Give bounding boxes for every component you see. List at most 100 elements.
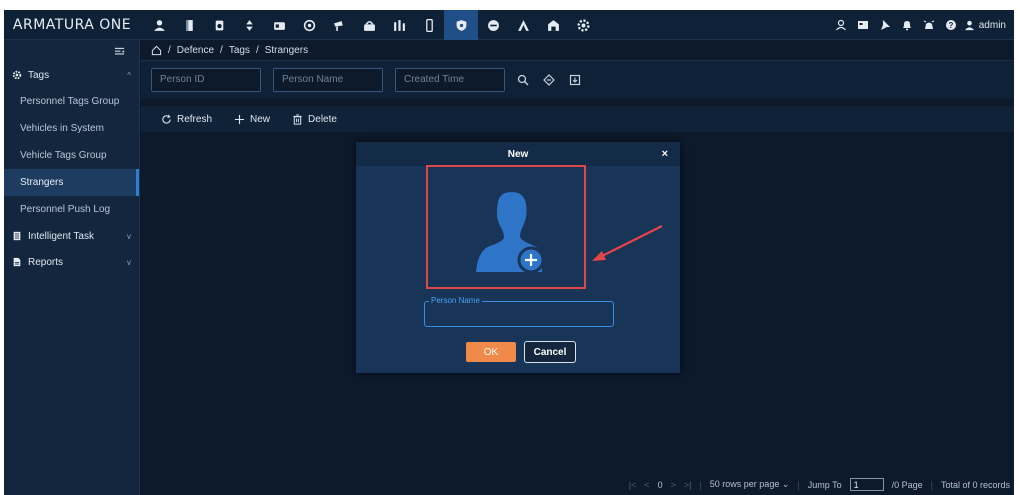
top-bar: ARMATURA ONE ? admin	[4, 10, 1014, 40]
screen-icon[interactable]	[852, 10, 874, 40]
dialog-title: New	[507, 148, 529, 160]
last-page-button[interactable]: >|	[684, 480, 692, 490]
pagination: |< < 0 > >| | 50 rows per page ⌄ | Jump …	[629, 478, 1010, 491]
intercom-icon[interactable]	[354, 10, 384, 40]
clear-filter-icon[interactable]	[543, 73, 555, 86]
trash-icon	[293, 113, 302, 125]
user-name: admin	[978, 19, 1006, 31]
settings-icon[interactable]	[568, 10, 598, 40]
document-icon	[13, 231, 21, 241]
elevator-icon[interactable]	[234, 10, 264, 40]
close-icon[interactable]: ×	[662, 148, 668, 160]
divider: |	[699, 479, 702, 490]
filter-bar: Person ID Person Name Created Time	[141, 60, 1014, 98]
alarm-icon[interactable]	[918, 10, 940, 40]
jump-to-input[interactable]: 1	[849, 478, 884, 491]
person-name-field[interactable]: Person Name	[424, 296, 614, 327]
export-icon[interactable]	[569, 74, 581, 86]
collapse-icon	[114, 47, 125, 55]
building-icon[interactable]	[384, 10, 414, 40]
filter-actions	[517, 73, 581, 86]
breadcrumb-item: Strangers	[264, 44, 309, 56]
sidebar-item-strangers[interactable]: Strangers	[4, 169, 139, 196]
ok-button[interactable]: OK	[466, 342, 516, 362]
cancel-button[interactable]: Cancel	[524, 341, 576, 363]
search-icon[interactable]	[517, 74, 529, 86]
delete-label: Delete	[308, 113, 337, 125]
sidebar-group-reports[interactable]: Reports v	[4, 249, 139, 275]
sidebar: Tags ^ Personnel Tags Group Vehicles in …	[4, 40, 140, 495]
sidebar-group-label: Reports	[28, 256, 64, 268]
breadcrumb-separator: /	[220, 44, 223, 56]
gear-icon	[12, 70, 22, 80]
breadcrumb-separator: /	[255, 44, 259, 56]
created-time-input[interactable]: Created Time	[395, 67, 505, 92]
next-page-button[interactable]: >	[671, 480, 676, 490]
user-icon	[964, 20, 974, 30]
chevron-down-icon: v	[127, 231, 131, 241]
rows-per-page-label: 50 rows per page	[709, 479, 780, 489]
vehicle-icon[interactable]	[478, 10, 508, 40]
personnel-icon[interactable]	[144, 10, 174, 40]
camera-icon[interactable]	[324, 10, 354, 40]
person-id-input[interactable]: Person ID	[151, 67, 261, 92]
sidebar-group-intelligent-task[interactable]: Intelligent Task v	[4, 223, 139, 249]
sidebar-group-label: Intelligent Task	[28, 230, 94, 242]
plus-icon	[234, 114, 245, 124]
chevron-down-icon: v	[127, 257, 131, 267]
sidebar-item-vehicle-tags-group[interactable]: Vehicle Tags Group	[4, 142, 139, 169]
page-count: /0 Page	[891, 479, 923, 490]
divider: |	[797, 479, 800, 490]
refresh-icon	[162, 114, 171, 124]
breadcrumb-item[interactable]: Defence	[177, 45, 214, 56]
action-toolbar: Refresh New Delete	[141, 106, 1014, 132]
right-toolbar: ? admin	[830, 10, 1014, 40]
pin-icon[interactable]	[874, 10, 896, 40]
breadcrumb-item[interactable]: Tags	[229, 45, 250, 56]
card-icon[interactable]	[264, 10, 294, 40]
refresh-label: Refresh	[177, 113, 213, 125]
rows-per-page-select[interactable]: 50 rows per page ⌄	[710, 479, 790, 490]
door-icon[interactable]	[174, 10, 204, 40]
delete-button[interactable]: Delete	[292, 114, 337, 125]
sidebar-item-personnel-tags-group[interactable]: Personnel Tags Group	[4, 88, 139, 115]
shield-icon[interactable]	[444, 10, 478, 40]
dialog-header: New ×	[356, 142, 680, 166]
breadcrumb-separator: /	[168, 44, 171, 56]
first-page-button[interactable]: |<	[629, 480, 637, 490]
warehouse-icon[interactable]	[538, 10, 568, 40]
record-count: Total of 0 records	[940, 479, 1010, 490]
refresh-button[interactable]: Refresh	[161, 114, 212, 125]
collapse-sidebar-button[interactable]	[4, 40, 139, 62]
person-name-label: Person Name	[429, 296, 482, 305]
app-logo: ARMATURA ONE	[12, 17, 132, 33]
sidebar-item-personnel-push-log[interactable]: Personnel Push Log	[4, 196, 139, 223]
module-nav	[144, 10, 598, 40]
timer-icon[interactable]	[204, 10, 234, 40]
photo-upload[interactable]	[426, 165, 586, 289]
report-icon	[13, 257, 21, 267]
prev-page-button[interactable]: <	[644, 480, 649, 490]
user-group-icon[interactable]	[830, 10, 852, 40]
home-icon[interactable]	[151, 45, 162, 56]
divider: |	[930, 479, 933, 490]
location-icon[interactable]	[294, 10, 324, 40]
sidebar-group-label: Tags	[28, 69, 50, 81]
current-page: 0	[657, 479, 663, 490]
armatura-icon[interactable]	[508, 10, 538, 40]
new-label: New	[250, 113, 271, 125]
new-button[interactable]: New	[234, 114, 270, 125]
chevron-up-icon: ^	[127, 70, 131, 80]
add-person-icon	[476, 192, 545, 274]
person-name-input[interactable]: Person Name	[273, 67, 383, 92]
jump-to-label: Jump To	[807, 479, 842, 490]
sidebar-item-vehicles-in-system[interactable]: Vehicles in System	[4, 115, 139, 142]
svg-text:?: ?	[948, 21, 953, 30]
user-menu[interactable]: admin	[962, 20, 1014, 31]
bell-icon[interactable]	[896, 10, 918, 40]
phone-icon[interactable]	[414, 10, 444, 40]
annotation-arrow	[592, 225, 663, 261]
breadcrumb: / Defence / Tags / Strangers	[141, 40, 1014, 60]
sidebar-group-tags[interactable]: Tags ^	[4, 62, 139, 88]
help-icon[interactable]: ?	[940, 10, 962, 40]
